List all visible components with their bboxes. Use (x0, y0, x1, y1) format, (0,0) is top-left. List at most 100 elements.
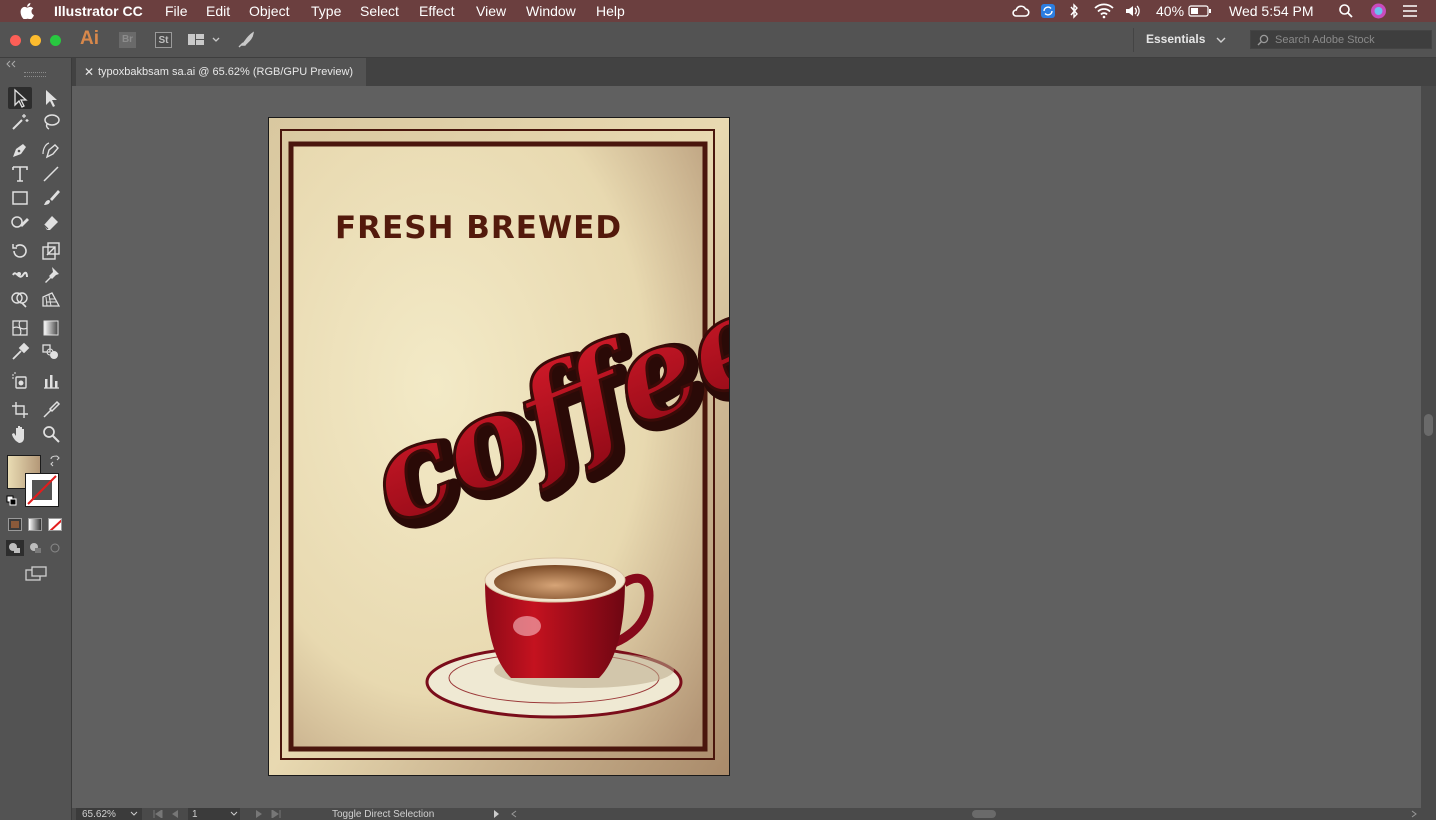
symbol-sprayer-tool[interactable] (8, 370, 32, 392)
type-tool[interactable] (8, 163, 32, 185)
previous-artboard-icon[interactable] (170, 810, 180, 818)
stock-button[interactable]: St (155, 32, 172, 48)
artboard[interactable]: FRESH BREWED coffee coffee (268, 117, 805, 776)
collapse-panel-icon[interactable] (5, 60, 17, 68)
warp-icon (12, 271, 28, 278)
document-tab-title: typoxbakbsam sa.ai @ 65.62% (RGB/GPU Pre… (98, 66, 354, 78)
puppet-warp-tool[interactable] (39, 264, 63, 286)
sync-icon[interactable] (1040, 3, 1056, 19)
symbol-sprayer-icon (12, 372, 27, 389)
status-bar: 65.62% 1 Toggle Direct Selection (72, 808, 1436, 820)
magic-wand-tool[interactable] (8, 111, 32, 133)
artboard-dropdown-chevron-icon[interactable] (230, 811, 238, 817)
creative-cloud-icon[interactable] (1010, 3, 1030, 19)
scroll-left-icon[interactable] (510, 810, 518, 818)
perspective-grid-tool[interactable] (39, 288, 63, 310)
paintbrush-tool[interactable] (39, 187, 63, 209)
bridge-button[interactable]: Br (119, 32, 136, 48)
change-screen-mode-icon[interactable] (24, 566, 48, 582)
vertical-scrollbar[interactable] (1421, 86, 1436, 808)
rectangle-icon (12, 191, 28, 205)
shaper-tool[interactable] (8, 211, 32, 233)
zoom-tool[interactable] (39, 423, 63, 445)
scale-tool[interactable] (39, 240, 63, 262)
chevron-down-icon[interactable] (1216, 36, 1226, 44)
minimize-window-button[interactable] (30, 35, 41, 46)
selection-tool[interactable] (8, 87, 32, 109)
stroke-swatch[interactable] (25, 473, 59, 507)
menu-effect[interactable]: Effect (419, 3, 455, 19)
last-artboard-icon[interactable] (270, 810, 282, 818)
bluetooth-icon[interactable] (1068, 3, 1080, 19)
menu-edit[interactable]: Edit (206, 3, 230, 19)
rotate-tool[interactable] (8, 240, 32, 262)
search-icon (1257, 34, 1269, 46)
arrange-documents-icon[interactable] (187, 32, 223, 48)
notification-center-icon[interactable] (1401, 3, 1419, 19)
mesh-tool[interactable] (8, 317, 32, 339)
color-mode-button[interactable] (8, 518, 22, 531)
direct-selection-arrow-icon (46, 90, 57, 107)
lasso-tool[interactable] (39, 111, 63, 133)
menu-select[interactable]: Select (360, 3, 399, 19)
spotlight-search-icon[interactable] (1338, 3, 1354, 19)
direct-selection-tool[interactable] (39, 87, 63, 109)
width-tool[interactable] (8, 264, 32, 286)
wifi-icon[interactable] (1094, 3, 1114, 19)
eyedropper-tool[interactable] (8, 341, 32, 363)
zoom-dropdown-chevron-icon[interactable] (130, 811, 138, 817)
document-tab[interactable]: ✕ typoxbakbsam sa.ai @ 65.62% (RGB/GPU P… (76, 58, 366, 86)
clock[interactable]: Wed 5:54 PM (1229, 3, 1314, 19)
curvature-tool[interactable] (39, 139, 63, 161)
artboard-tool[interactable] (8, 399, 32, 421)
first-artboard-icon[interactable] (152, 810, 164, 818)
gpu-performance-icon[interactable] (236, 30, 256, 50)
volume-icon[interactable] (1124, 3, 1142, 19)
scroll-right-icon[interactable] (1410, 810, 1418, 818)
column-graph-tool[interactable] (39, 370, 63, 392)
blend-tool[interactable] (39, 341, 63, 363)
gradient-mode-button[interactable] (28, 518, 42, 531)
menu-file[interactable]: File (165, 3, 188, 19)
line-segment-tool[interactable] (39, 163, 63, 185)
zoom-window-button[interactable] (50, 35, 61, 46)
hand-icon (12, 426, 24, 443)
swap-fill-stroke-icon[interactable] (49, 455, 61, 467)
apple-icon[interactable] (20, 3, 34, 19)
eraser-tool[interactable] (39, 211, 63, 233)
canvas-area[interactable]: FRESH BREWED coffee coffee (72, 86, 1421, 808)
vertical-scroll-thumb[interactable] (1424, 414, 1433, 436)
search-adobe-stock-input[interactable]: Search Adobe Stock (1250, 30, 1432, 49)
close-window-button[interactable] (10, 35, 21, 46)
menu-window[interactable]: Window (526, 3, 576, 19)
menu-object[interactable]: Object (249, 3, 289, 19)
horizontal-scroll-thumb[interactable] (972, 810, 996, 818)
status-mode-text[interactable]: Toggle Direct Selection (332, 809, 434, 820)
slice-tool[interactable] (39, 399, 63, 421)
workspace-switcher[interactable]: Essentials (1146, 32, 1205, 46)
draw-normal-icon[interactable] (6, 540, 24, 556)
battery-icon[interactable] (1188, 3, 1212, 19)
draw-inside-icon[interactable] (47, 540, 63, 556)
draw-behind-icon[interactable] (27, 540, 45, 556)
panel-grip[interactable] (24, 72, 46, 77)
knife-icon (43, 400, 61, 418)
gradient-tool[interactable] (39, 317, 63, 339)
shape-builder-tool[interactable] (8, 288, 32, 310)
hand-tool[interactable] (8, 423, 32, 445)
close-tab-icon[interactable]: ✕ (84, 65, 94, 79)
default-fill-stroke-icon[interactable] (6, 495, 18, 507)
next-artboard-icon[interactable] (254, 810, 264, 818)
menu-view[interactable]: View (476, 3, 506, 19)
app-menu[interactable]: Illustrator CC (54, 3, 143, 19)
none-red-slash-icon (49, 519, 61, 530)
menu-type[interactable]: Type (311, 3, 341, 19)
rotate-icon (12, 244, 27, 258)
status-menu-arrow-icon[interactable] (492, 810, 500, 818)
none-mode-button[interactable] (48, 518, 62, 531)
menu-help[interactable]: Help (596, 3, 625, 19)
pen-tool[interactable] (8, 139, 32, 161)
shaper-icon (11, 216, 29, 228)
siri-icon[interactable] (1370, 3, 1387, 19)
rectangle-tool[interactable] (8, 187, 32, 209)
